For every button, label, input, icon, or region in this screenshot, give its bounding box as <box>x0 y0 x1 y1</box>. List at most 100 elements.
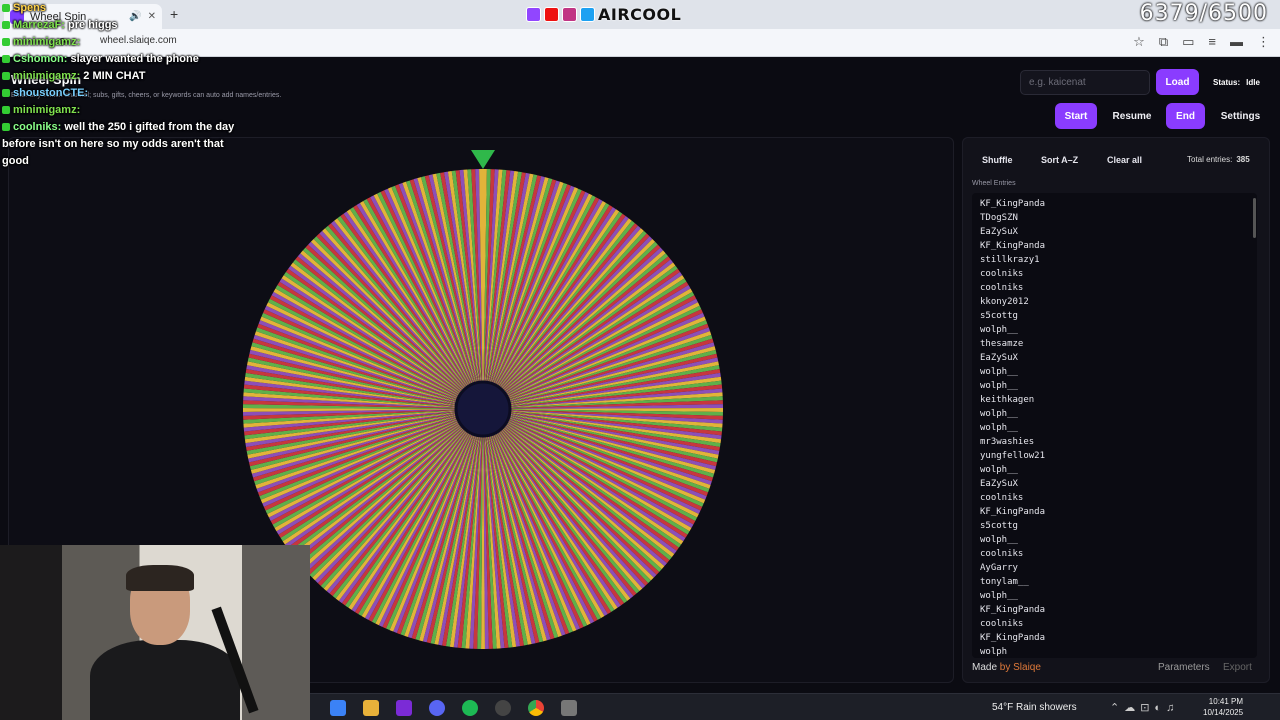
wheel-entry[interactable]: coolniks <box>980 281 1257 295</box>
sort-button[interactable]: Sort A–Z <box>1041 155 1078 165</box>
export-link[interactable]: Export <box>1223 662 1252 673</box>
wheel-entry[interactable]: wolph__ <box>980 379 1257 393</box>
wheel-entry[interactable]: KF_KingPanda <box>980 603 1257 617</box>
status-label: Status: <box>1213 78 1241 87</box>
end-button[interactable]: End <box>1166 103 1205 129</box>
entries-list[interactable]: KF_KingPanda TDogSZN EaZySuX KF_KingPanda st… <box>972 193 1257 658</box>
chat-badge-icon <box>2 38 10 47</box>
wheel-entry[interactable]: coolniks <box>980 547 1257 561</box>
entries-scrollbar[interactable] <box>1253 198 1256 238</box>
wheel-entry[interactable]: yungfellow21 <box>980 449 1257 463</box>
chat-message: minimigamz: <box>2 34 252 51</box>
stream-social-overlay: AIRCOOL <box>526 5 681 24</box>
chat-username: minimigamz: <box>13 104 81 116</box>
wheel-entry[interactable]: EaZySuX <box>980 225 1257 239</box>
wheel-entry[interactable]: coolniks <box>980 491 1257 505</box>
total-entries-label: Total entries: <box>1187 155 1233 164</box>
status-value: Idle <box>1246 78 1260 87</box>
discord-icon[interactable] <box>429 700 445 716</box>
chat-username: Cshomon: <box>13 53 68 65</box>
wheel-entry[interactable]: coolniks <box>980 617 1257 631</box>
webcam-person-hair <box>126 565 194 591</box>
profile-icon[interactable]: ▬ <box>1230 34 1243 50</box>
wheel-entry[interactable]: tonylam__ <box>980 575 1257 589</box>
wheel-entry[interactable]: wolph__ <box>980 533 1257 547</box>
stream-goal-counter: 6379/6500 <box>1139 1 1268 26</box>
youtube-icon <box>544 7 559 22</box>
channel-search-input[interactable] <box>1020 70 1150 95</box>
chat-badge-icon <box>2 106 10 115</box>
wheel-entry[interactable]: wolph__ <box>980 589 1257 603</box>
wheel-entry[interactable]: coolniks <box>980 267 1257 281</box>
chrome-icon[interactable] <box>528 700 544 716</box>
footer-credit: Made by Slaiqe <box>972 662 1041 673</box>
app-icon[interactable] <box>561 700 577 716</box>
wheel-hub[interactable] <box>454 380 512 438</box>
wheel-entry[interactable]: KF_KingPanda <box>980 239 1257 253</box>
settings-button[interactable]: Settings <box>1213 103 1268 129</box>
wheel-entry[interactable]: wolph__ <box>980 407 1257 421</box>
twitter-icon <box>580 7 595 22</box>
chat-message: coolniks: well the 250 i gifted from the… <box>2 119 252 170</box>
system-clock[interactable]: 10:41 PM 10/14/2025 <box>1203 696 1243 718</box>
wheel-entry[interactable]: TDogSZN <box>980 211 1257 225</box>
extensions-icon[interactable]: ⧉ <box>1159 34 1168 50</box>
status-indicator: Status: Idle <box>1213 78 1260 87</box>
chat-text: 2 MIN CHAT <box>83 70 146 82</box>
chat-message: Spens <box>2 0 252 17</box>
menu-icon[interactable]: ⋮ <box>1257 34 1270 50</box>
chat-message: minimigamz: 2 MIN CHAT <box>2 68 252 85</box>
file-explorer-icon[interactable] <box>363 700 379 716</box>
chat-message: MarrezaF: pre higgs <box>2 17 252 34</box>
resume-button[interactable]: Resume <box>1105 103 1159 129</box>
wheel-entry[interactable]: EaZySuX <box>980 477 1257 491</box>
wheel-entry[interactable]: wolph__ <box>980 323 1257 337</box>
nzxt-icon[interactable] <box>396 700 412 716</box>
twitch-icon <box>526 7 541 22</box>
clock-date: 10/14/2025 <box>1203 708 1244 717</box>
store-icon[interactable] <box>330 700 346 716</box>
wheel-entry[interactable]: KF_KingPanda <box>980 631 1257 645</box>
wheel-entry[interactable]: s5cottg <box>980 519 1257 533</box>
wheel-entry[interactable]: s5cottg <box>980 309 1257 323</box>
wheel-entry[interactable]: mr3washies <box>980 435 1257 449</box>
wheel-entry[interactable]: wolph__ <box>980 463 1257 477</box>
load-button[interactable]: Load <box>1156 69 1199 95</box>
chat-badge-icon <box>2 72 10 81</box>
wheel-entry[interactable]: wolph__ <box>980 365 1257 379</box>
chat-message: shoustonCTE: <box>2 85 252 102</box>
system-tray-icons[interactable]: ⌃☁⊡◐♫ <box>1110 701 1179 714</box>
wheel-entry[interactable]: stillkrazy1 <box>980 253 1257 267</box>
chat-text: pre higgs <box>68 19 118 31</box>
browser-toolbar-icons: ☆ ⧉ ▭ ≡ ▬ ⋮ <box>1133 34 1270 50</box>
screen: Wheel Spin 🔊 ✕ + AIRCOOL 6379/6500 ⟳ whe… <box>0 0 1280 720</box>
os-taskbar: 54°F Rain showers ⌃☁⊡◐♫ 10:41 PM 10/14/2… <box>310 693 1280 720</box>
parameters-link[interactable]: Parameters <box>1158 662 1210 673</box>
total-entries-value: 385 <box>1236 155 1250 164</box>
reading-list-icon[interactable]: ≡ <box>1208 34 1216 50</box>
wheel-pointer-icon <box>471 150 495 169</box>
weather-widget[interactable]: 54°F Rain showers <box>992 702 1077 713</box>
wheel-entry[interactable]: KF_KingPanda <box>980 197 1257 211</box>
wheel-entry[interactable]: AyGarry <box>980 561 1257 575</box>
shuffle-button[interactable]: Shuffle <box>982 155 1013 165</box>
chat-message: minimigamz: <box>2 102 252 119</box>
wheel-entry[interactable]: EaZySuX <box>980 351 1257 365</box>
webcam-feed <box>0 545 310 720</box>
bookmark-star-icon[interactable]: ☆ <box>1133 34 1145 50</box>
cast-icon[interactable]: ▭ <box>1182 34 1194 50</box>
wheel-entry[interactable]: kkony2012 <box>980 295 1257 309</box>
start-button[interactable]: Start <box>1055 103 1097 129</box>
chat-badge-icon <box>2 4 10 13</box>
obs-icon[interactable] <box>495 700 511 716</box>
wheel-entry[interactable]: wolph__ <box>980 421 1257 435</box>
wheel-entry[interactable]: wolph <box>980 645 1257 658</box>
footer-author-link[interactable]: by Slaiqe <box>1000 662 1041 673</box>
wheel-entry[interactable]: KF_KingPanda <box>980 505 1257 519</box>
wheel-entry[interactable]: keithkagen <box>980 393 1257 407</box>
total-entries: Total entries: 385 <box>1187 155 1250 164</box>
spotify-icon[interactable] <box>462 700 478 716</box>
wheel-entry[interactable]: thesamze <box>980 337 1257 351</box>
clear-all-button[interactable]: Clear all <box>1107 155 1142 165</box>
instagram-icon <box>562 7 577 22</box>
